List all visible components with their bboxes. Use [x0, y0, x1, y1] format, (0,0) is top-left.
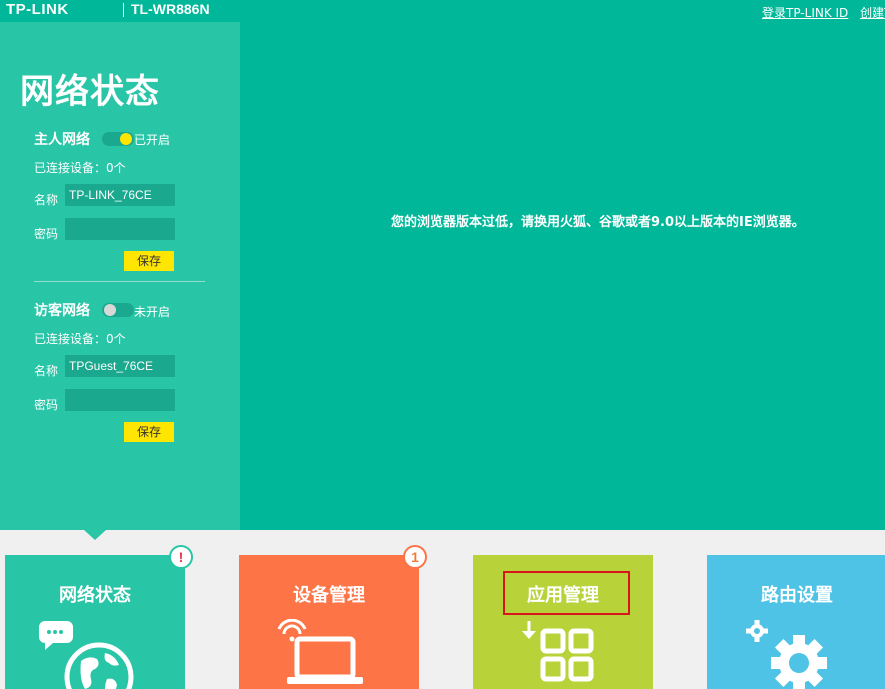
account-links: 登录TP-LINK ID 创建T: [762, 4, 885, 21]
host-network-status: 已开启: [134, 133, 171, 147]
host-connected-devices: 已连接设备：0个: [34, 161, 126, 175]
highlight-box: [503, 571, 630, 615]
apps-grid-icon: [522, 621, 594, 682]
guest-connected-devices: 已连接设备：0个: [34, 332, 126, 346]
guest-password-label: 密码: [34, 398, 59, 412]
section-divider: [34, 281, 205, 282]
login-tplink-id-link[interactable]: 登录TP-LINK ID: [762, 6, 848, 20]
guest-save-button[interactable]: 保存: [124, 422, 174, 442]
toggle-knob: [104, 304, 116, 316]
page-title: 网络状态: [20, 72, 160, 112]
logo-divider: [123, 3, 124, 17]
host-ssid-input[interactable]: [65, 184, 175, 206]
tile-router-settings[interactable]: 路由设置: [707, 555, 885, 689]
top-bar: TP-LINK TL-WR886N 登录TP-LINK ID 创建T: [0, 0, 885, 22]
host-password-input[interactable]: [65, 218, 175, 240]
host-save-button[interactable]: 保存: [124, 251, 174, 271]
globe-chat-icon: [39, 621, 134, 689]
device-count-badge: 1: [403, 545, 427, 569]
tile-label: 设备管理: [293, 585, 365, 606]
browser-version-notice: 您的浏览器版本过低，请换用火狐、谷歌或者9.0以上版本的IE浏览器。: [391, 215, 805, 230]
guest-name-label: 名称: [34, 364, 59, 378]
gear-icon: [746, 620, 827, 689]
brand-logo: TP-LINK: [6, 1, 69, 18]
tile-network-status[interactable]: 网络状态: [5, 555, 185, 689]
host-network-title: 主人网络: [34, 132, 90, 148]
host-password-label: 密码: [34, 227, 59, 241]
network-status-sidebar: 网络状态 主人网络 已开启 已连接设备：0个 名称 密码 保存 访客网络 未开启…: [0, 22, 240, 530]
host-network-toggle[interactable]: [102, 132, 134, 146]
active-section-pointer: [84, 530, 106, 540]
tile-device-management[interactable]: 设备管理: [239, 555, 419, 689]
laptop-wifi-icon: [277, 619, 363, 684]
tile-label: 网络状态: [59, 585, 131, 606]
create-account-link[interactable]: 创建T: [860, 6, 885, 20]
guest-ssid-input[interactable]: [65, 355, 175, 377]
network-alert-badge: !: [169, 545, 193, 569]
guest-network-title: 访客网络: [34, 303, 90, 319]
guest-network-status: 未开启: [134, 305, 171, 319]
model-name: TL-WR886N: [131, 1, 210, 17]
tile-label: 路由设置: [761, 585, 833, 606]
guest-password-input[interactable]: [65, 389, 175, 411]
guest-network-toggle[interactable]: [102, 303, 134, 317]
host-name-label: 名称: [34, 193, 59, 207]
toggle-knob: [120, 133, 132, 145]
